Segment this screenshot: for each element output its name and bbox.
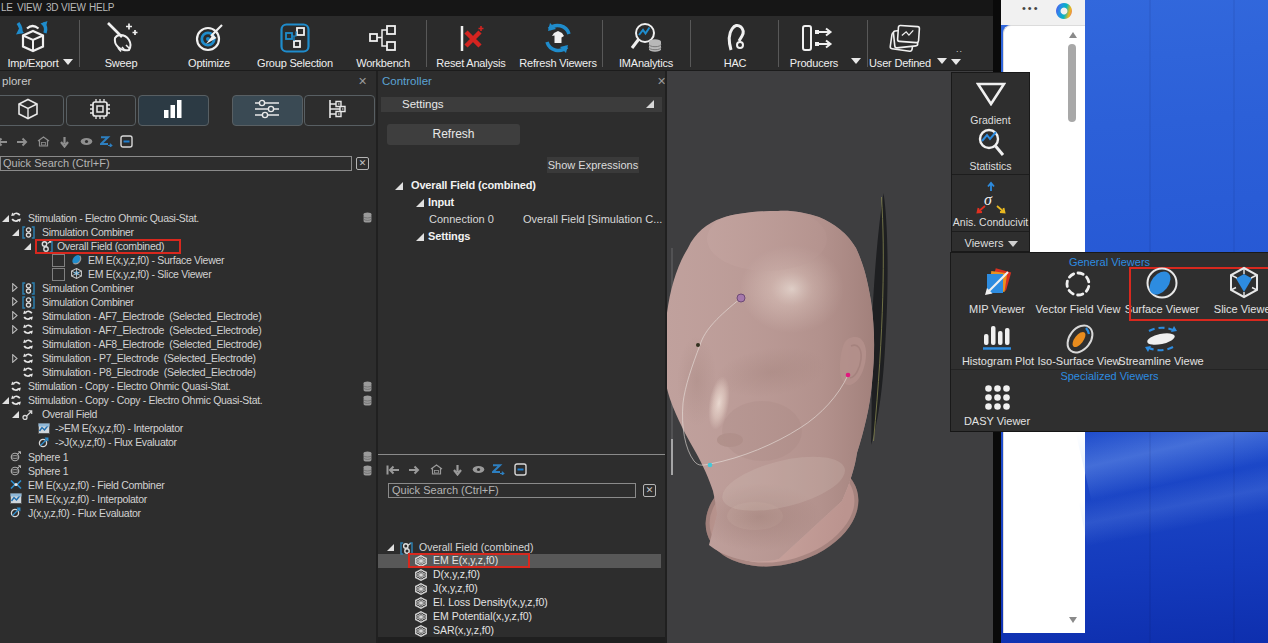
svg-text:σ: σ (984, 191, 993, 208)
